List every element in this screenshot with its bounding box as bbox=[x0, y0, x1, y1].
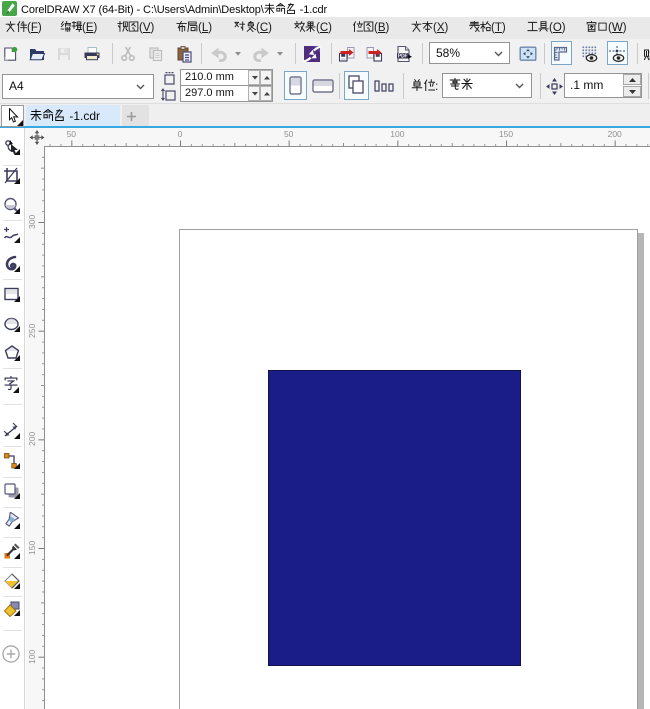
svg-text:PDF: PDF bbox=[398, 54, 408, 60]
